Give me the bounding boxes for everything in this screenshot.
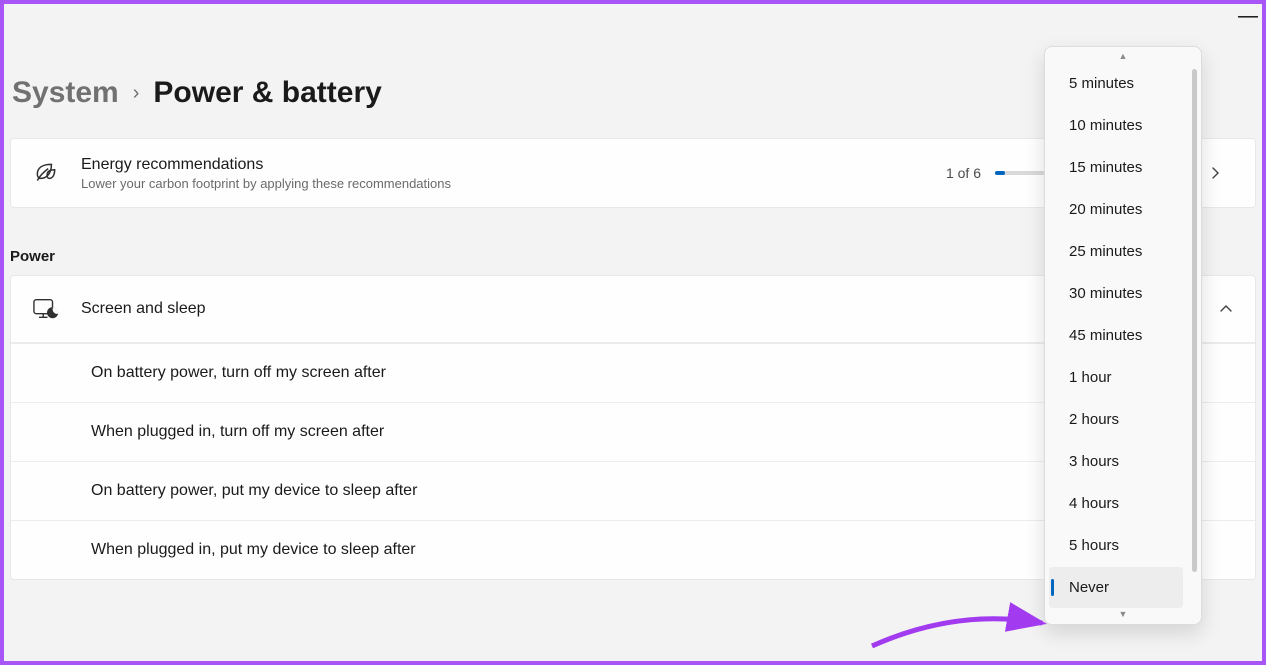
annotation-arrow [867,578,1067,658]
dropdown-option[interactable]: 5 hours [1049,525,1183,566]
dropdown-option[interactable]: 30 minutes [1049,273,1183,314]
dropdown-option[interactable]: 5 minutes [1049,63,1183,104]
dropdown-option[interactable]: 10 minutes [1049,105,1183,146]
dropdown-option[interactable]: 25 minutes [1049,231,1183,272]
chevron-right-icon[interactable] [1197,155,1233,191]
scroll-down-arrow-icon[interactable]: ▼ [1045,609,1201,620]
dropdown-option[interactable]: Never [1049,567,1183,608]
chevron-right-icon: › [133,82,140,105]
dropdown-option[interactable]: 15 minutes [1049,147,1183,188]
energy-title: Energy recommendations [81,156,924,174]
screen-and-sleep-title: Screen and sleep [81,300,1197,318]
screen-sleep-icon [33,298,59,320]
scroll-up-arrow-icon[interactable]: ▲ [1045,51,1201,62]
breadcrumb-parent[interactable]: System [12,76,119,110]
dropdown-option[interactable]: 20 minutes [1049,189,1183,230]
energy-count: 1 of 6 [946,165,981,181]
dropdown-option[interactable]: 45 minutes [1049,315,1183,356]
page-title: Power & battery [153,76,381,110]
leaf-icon [33,160,59,186]
dropdown-option[interactable]: 1 hour [1049,357,1183,398]
dropdown-scrollbar[interactable] [1192,69,1197,572]
dropdown-option[interactable]: 3 hours [1049,441,1183,482]
energy-subtitle: Lower your carbon footprint by applying … [81,176,924,191]
duration-dropdown[interactable]: ▲ 5 minutes10 minutes15 minutes20 minute… [1044,46,1202,625]
window-minimize-hint: — [1238,6,1258,26]
dropdown-option[interactable]: 4 hours [1049,483,1183,524]
chevron-up-icon[interactable] [1219,302,1233,316]
dropdown-option[interactable]: 2 hours [1049,399,1183,440]
